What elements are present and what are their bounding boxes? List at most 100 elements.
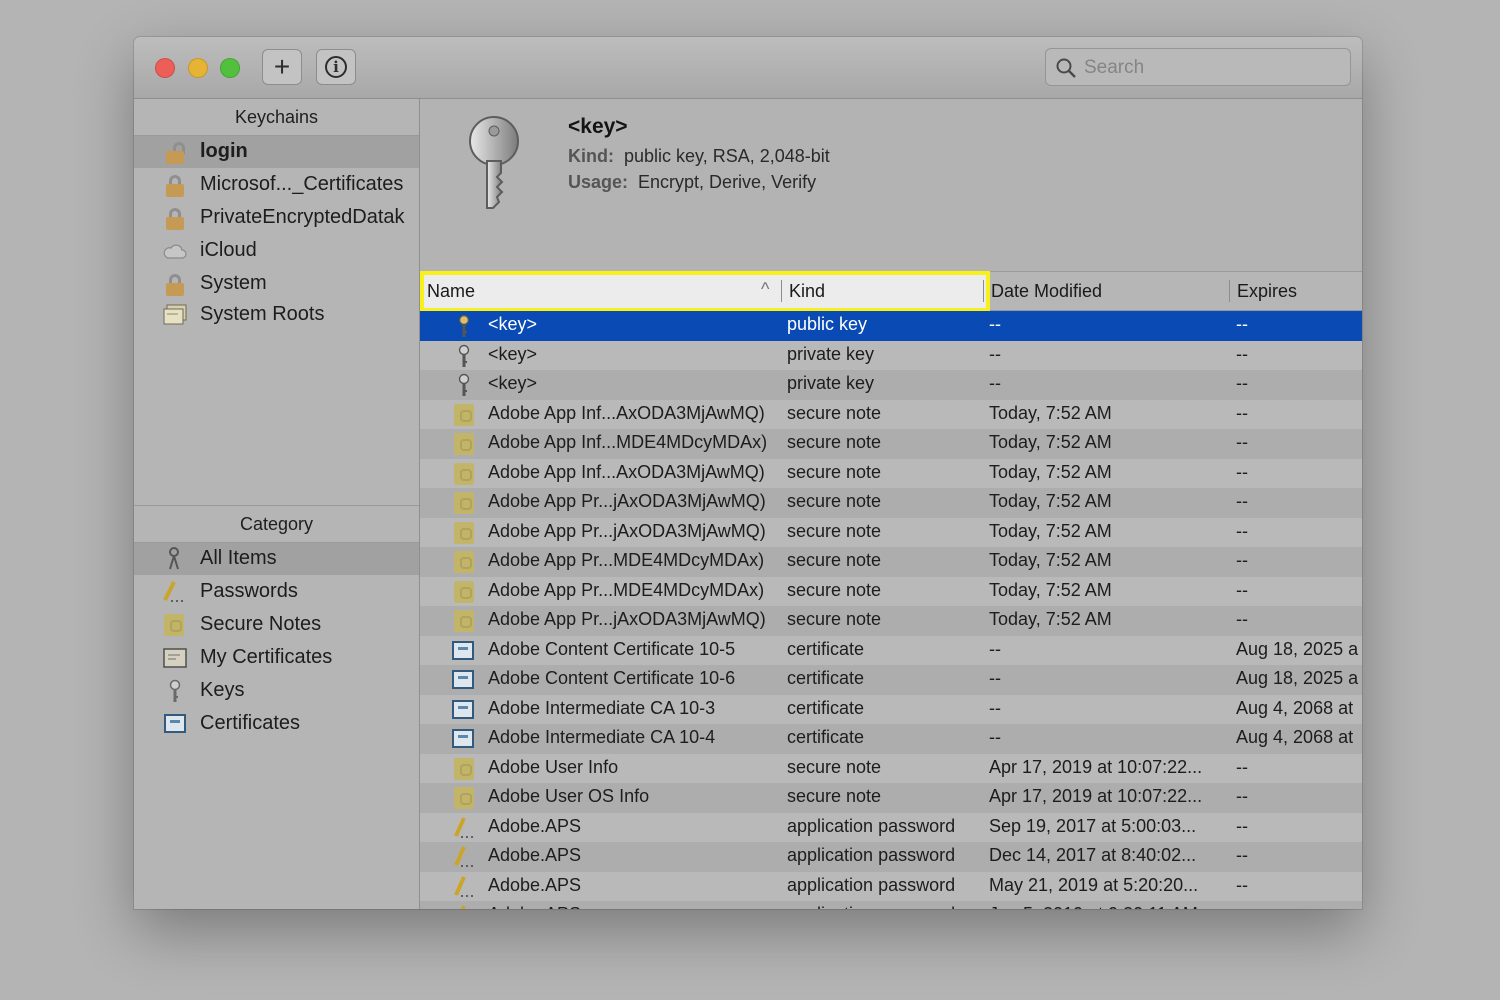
secure-note-icon — [452, 462, 476, 486]
keychain-label: Microsof..._Certificates — [200, 173, 404, 195]
table-row[interactable]: Adobe.APS application password Jun 5, 2019… — [420, 901, 1362, 909]
keychain-system[interactable]: System — [134, 268, 419, 300]
table-row[interactable]: Adobe User Info secure note Apr 17, 2019 a… — [420, 754, 1362, 784]
row-date-modified: Apr 17, 2019 at 10:07:22... — [989, 786, 1203, 806]
table-row[interactable]: Adobe App Pr...jAxODA3MjAwMQ) secure note… — [420, 518, 1362, 548]
table-row[interactable]: <key> private key -- -- — [420, 341, 1362, 371]
row-name: Adobe App Inf...AxODA3MjAwMQ) — [488, 402, 765, 423]
keychain-label: iCloud — [200, 239, 257, 261]
row-name: Adobe User OS Info — [488, 786, 650, 806]
table-row[interactable]: Adobe App Pr...jAxODA3MjAwMQ) secure note… — [420, 606, 1362, 636]
table-row[interactable]: Adobe.APS application password Sep 19, 201… — [420, 813, 1362, 843]
close-window-button[interactable] — [155, 58, 175, 78]
table-row[interactable]: <key> public key -- -- — [420, 311, 1362, 341]
category-passwords[interactable]: Passwords — [134, 576, 419, 608]
row-kind: secure note — [787, 432, 882, 452]
row-expires: -- — [1236, 402, 1248, 423]
search-field[interactable]: Search — [1045, 48, 1351, 86]
large-key-icon — [469, 116, 519, 209]
category-all-items[interactable]: All Items — [134, 543, 419, 575]
category-my-certificates[interactable]: My Certificates — [134, 642, 419, 674]
row-expires: -- — [1236, 314, 1248, 334]
keychain-private-encrypted[interactable]: PrivateEncryptedDatak — [134, 202, 419, 234]
items-table: <key> public key -- -- <key> private key -- -- <… — [420, 311, 1362, 909]
item-kind: Kind: public key, RSA, 2,048-bit — [568, 146, 830, 167]
column-separator — [983, 280, 984, 302]
secure-note-icon — [452, 609, 476, 633]
row-kind: certificate — [787, 727, 865, 747]
pencil-icon — [452, 904, 476, 909]
category-keys[interactable]: Keys — [134, 675, 419, 707]
table-row[interactable]: Adobe App Inf...MDE4MDcyMDAx) secure note… — [420, 429, 1362, 459]
row-name: Adobe.APS — [488, 874, 582, 895]
category-label: Keys — [200, 679, 245, 701]
keychain-icloud[interactable]: iCloud — [134, 235, 419, 267]
search-icon — [1056, 58, 1076, 78]
table-row[interactable]: Adobe.APS application password May 21, 201… — [420, 872, 1362, 902]
row-kind: application password — [787, 815, 956, 836]
certificate-icon — [162, 712, 188, 736]
row-expires: Aug 4, 2068 at — [1236, 727, 1354, 747]
item-usage: Usage: Encrypt, Derive, Verify — [568, 172, 816, 193]
row-kind: application password — [787, 874, 956, 895]
table-row[interactable]: Adobe App Inf...AxODA3MjAwMQ) secure note… — [420, 459, 1362, 489]
row-kind: secure note — [787, 609, 882, 629]
row-kind: public key — [787, 314, 868, 334]
table-row[interactable]: Adobe App Pr...jAxODA3MjAwMQ) secure note… — [420, 488, 1362, 518]
column-header-date-modified[interactable]: Date Modified — [991, 272, 1102, 310]
column-header-name[interactable]: Name — [427, 272, 475, 310]
table-row[interactable]: Adobe Intermediate CA 10-3 certificate -- A… — [420, 695, 1362, 725]
row-date-modified: Jun 5, 2019 at 9:30:11 AM — [989, 904, 1229, 909]
secure-note-icon — [452, 403, 476, 427]
row-name: Adobe App Inf...MDE4MDcyMDAx) — [488, 432, 768, 452]
row-name: <key> — [488, 343, 538, 364]
row-kind: private key — [787, 343, 875, 364]
table-row[interactable]: <key> private key -- -- — [420, 370, 1362, 400]
all-items-icon — [169, 547, 179, 570]
column-header-expires[interactable]: Expires — [1237, 272, 1297, 310]
add-item-button[interactable]: + — [262, 49, 302, 85]
certificate-stack-icon — [163, 304, 187, 325]
row-date-modified: Today, 7:52 AM — [989, 402, 1112, 423]
table-row[interactable]: Adobe App Pr...MDE4MDcyMDAx) secure note T… — [420, 577, 1362, 607]
row-date-modified: Today, 7:52 AM — [989, 491, 1112, 511]
certificate-icon — [452, 668, 476, 692]
row-name: <key> — [488, 314, 538, 334]
category-label: Certificates — [200, 712, 301, 734]
category-certificates[interactable]: Certificates — [134, 708, 419, 740]
key-icon — [452, 373, 476, 397]
table-row[interactable]: Adobe Content Certificate 10-6 certificat… — [420, 665, 1362, 695]
table-row[interactable]: Adobe App Inf...AxODA3MjAwMQ) secure note… — [420, 400, 1362, 430]
plus-icon: + — [273, 51, 291, 82]
minimize-window-button[interactable] — [188, 58, 208, 78]
keychain-label: System Roots — [200, 303, 325, 325]
padlock-icon — [162, 206, 188, 230]
secure-note-icon — [162, 613, 188, 637]
row-name: Adobe Content Certificate 10-5 — [488, 638, 736, 659]
row-expires: Aug 18, 2025 a — [1236, 638, 1359, 659]
row-date-modified: Today, 7:52 AM — [989, 550, 1112, 570]
zoom-window-button[interactable] — [220, 58, 240, 78]
row-name: Adobe Intermediate CA 10-4 — [488, 727, 716, 747]
column-header-kind[interactable]: Kind — [789, 272, 825, 310]
search-placeholder: Search — [1084, 57, 1145, 78]
certificate-icon — [452, 639, 476, 663]
item-title: <key> — [568, 115, 628, 138]
key-icon — [452, 314, 476, 338]
get-info-button[interactable]: i — [316, 49, 356, 85]
table-row[interactable]: Adobe User OS Info secure note Apr 17, 201… — [420, 783, 1362, 813]
secure-note-icon — [452, 757, 476, 781]
table-row[interactable]: Adobe App Pr...MDE4MDcyMDAx) secure note T… — [420, 547, 1362, 577]
keychain-microsoft-certificates[interactable]: Microsof..._Certificates — [134, 169, 419, 201]
category-secure-notes[interactable]: Secure Notes — [134, 609, 419, 641]
keychain-login[interactable]: login — [134, 136, 419, 168]
pencil-icon — [452, 875, 476, 899]
certificate-icon — [452, 698, 476, 722]
keychains-header: Keychains — [134, 99, 419, 136]
sort-ascending-icon: ^ — [761, 279, 770, 299]
table-row[interactable]: Adobe.APS application password Dec 14, 201… — [420, 842, 1362, 872]
keychain-system-roots[interactable]: System Roots — [134, 299, 419, 331]
row-kind: certificate — [787, 668, 865, 688]
table-row[interactable]: Adobe Intermediate CA 10-4 certificate -- A… — [420, 724, 1362, 754]
table-row[interactable]: Adobe Content Certificate 10-5 certificat… — [420, 636, 1362, 666]
